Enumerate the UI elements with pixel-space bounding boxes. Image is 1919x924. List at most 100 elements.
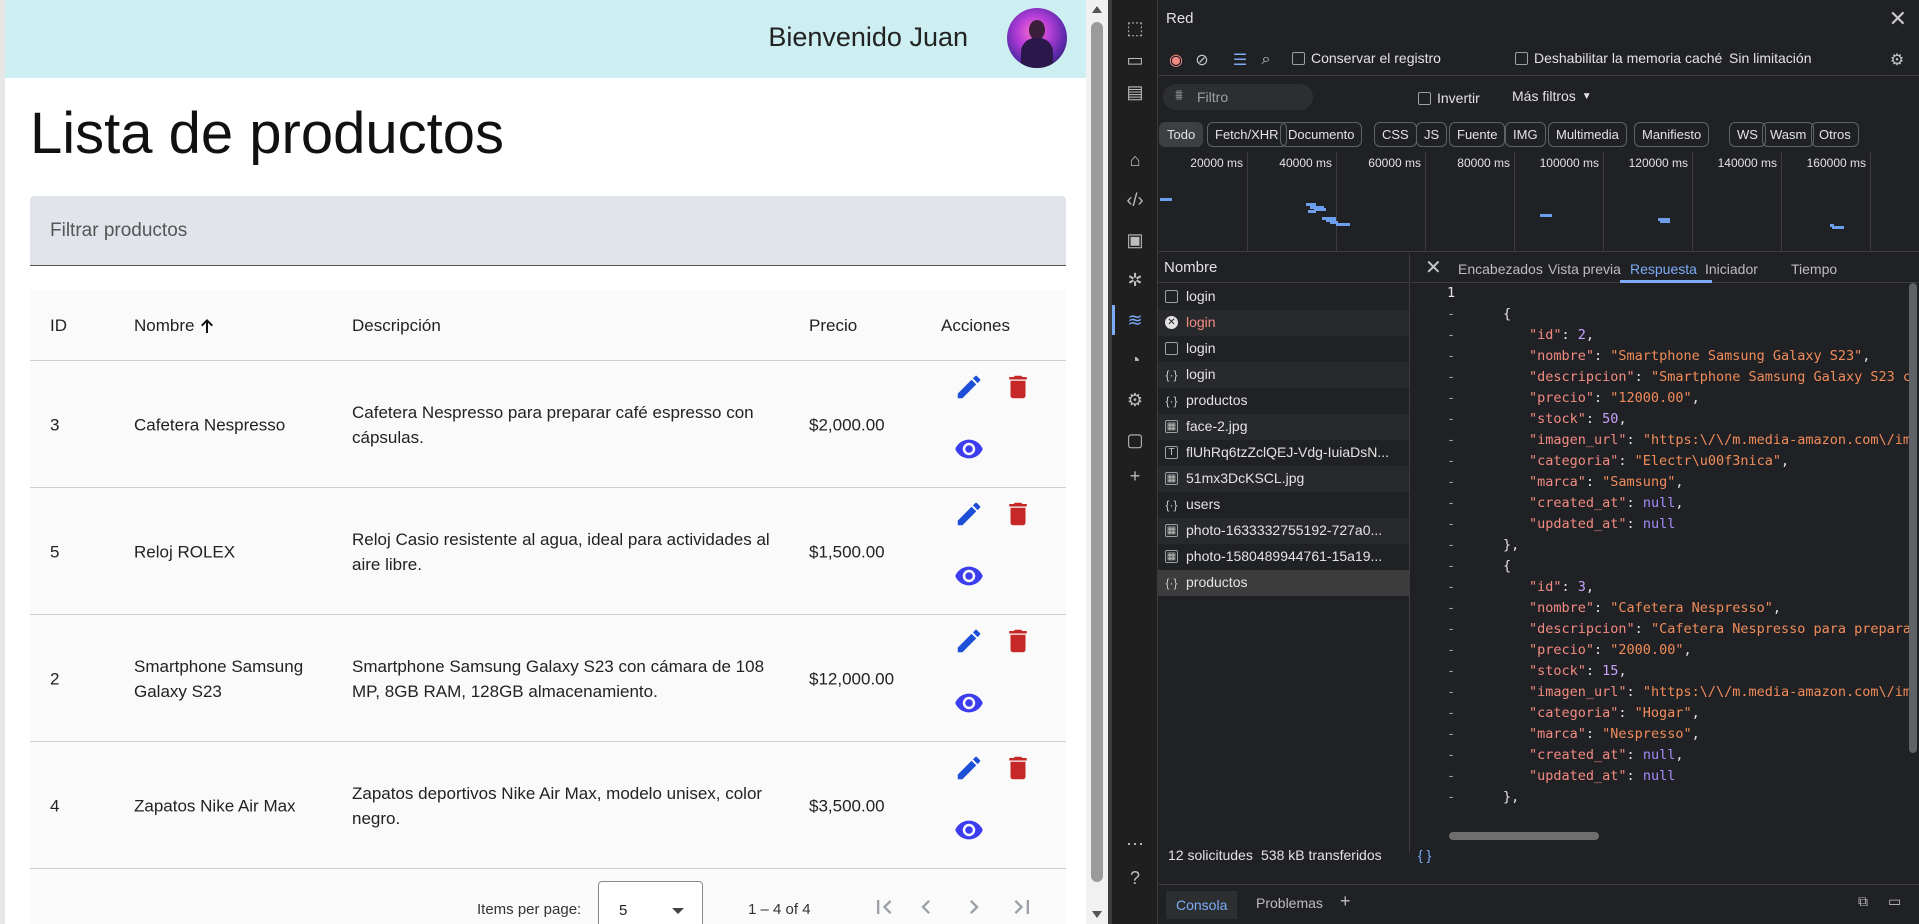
search-icon[interactable]: ⌕: [1254, 48, 1278, 72]
first-page-button[interactable]: [870, 893, 898, 921]
type-filter-fetchxhr[interactable]: Fetch/XHR: [1207, 122, 1287, 147]
add-drawer-tab-icon[interactable]: +: [1340, 891, 1351, 912]
delete-icon[interactable]: [1003, 499, 1033, 529]
type-filter-wasm[interactable]: Wasm: [1762, 122, 1815, 147]
previous-page-button[interactable]: [912, 893, 940, 921]
scrollbar-thumb[interactable]: [1909, 283, 1917, 753]
preserve-log-checkbox[interactable]: [1292, 51, 1305, 65]
network-overview-timeline[interactable]: 20000 ms 40000 ms 60000 ms 80000 ms 100000 m…: [1158, 152, 1919, 252]
disable-cache-toggle[interactable]: Deshabilitar la memoria caché: [1515, 50, 1722, 66]
elements-icon[interactable]: ‹/›: [1121, 186, 1149, 214]
inspect-icon[interactable]: ⬚: [1121, 14, 1149, 42]
help-icon[interactable]: ?: [1121, 864, 1149, 892]
request-list-header[interactable]: Nombre: [1158, 253, 1409, 283]
view-icon[interactable]: [954, 688, 984, 718]
json-value: "Samsung": [1602, 474, 1676, 490]
more-filters-dropdown[interactable]: Más filtros ▼: [1512, 88, 1592, 104]
application-icon[interactable]: ▢: [1121, 426, 1149, 454]
request-row[interactable]: {·} users: [1158, 492, 1409, 518]
items-per-page-select[interactable]: 5: [598, 881, 703, 924]
tab-response[interactable]: Respuesta: [1630, 261, 1697, 277]
type-filter-otros[interactable]: Otros: [1811, 122, 1859, 147]
next-page-button[interactable]: [960, 893, 988, 921]
timeline-gridline: [1692, 152, 1693, 251]
settings-gear-icon[interactable]: ⚙: [1121, 386, 1149, 414]
filter-settings-icon[interactable]: ☰: [1228, 48, 1252, 72]
browser-icon[interactable]: ▤: [1121, 78, 1149, 106]
scrollbar-thumb[interactable]: [1449, 832, 1599, 840]
tab-console[interactable]: Consola: [1166, 891, 1238, 919]
edit-icon[interactable]: [954, 499, 984, 529]
throttle-select[interactable]: Sin limitación: [1729, 50, 1811, 66]
close-details-icon[interactable]: ✕: [1425, 255, 1442, 280]
request-row[interactable]: {·} productos: [1158, 570, 1409, 596]
add-tool-icon[interactable]: +: [1121, 462, 1149, 490]
column-header-name[interactable]: Nombre: [134, 316, 214, 336]
disable-cache-checkbox[interactable]: [1515, 51, 1528, 65]
request-row[interactable]: login: [1158, 336, 1409, 362]
response-vertical-scrollbar[interactable]: [1907, 261, 1919, 781]
request-row[interactable]: TflUhRq6tzZclQEJ-Vdg-IuiaDsN...: [1158, 440, 1409, 466]
type-filter-multimedia[interactable]: Multimedia: [1548, 122, 1627, 147]
type-filter-fuente[interactable]: Fuente: [1449, 122, 1506, 147]
tab-preview[interactable]: Vista previa: [1548, 261, 1621, 277]
delete-icon[interactable]: [1003, 753, 1033, 783]
type-filter-css[interactable]: CSS: [1374, 122, 1417, 147]
performance-icon[interactable]: ◔: [1121, 346, 1149, 374]
tab-headers[interactable]: Encabezados: [1458, 261, 1543, 277]
view-icon[interactable]: [954, 815, 984, 845]
network-filter-input[interactable]: ⩩ Filtro: [1163, 84, 1313, 110]
home-icon[interactable]: ⌂: [1121, 146, 1149, 174]
tab-issues[interactable]: Problemas: [1256, 895, 1323, 911]
code-line: - "stock": 15,: [1411, 663, 1919, 684]
filter-input[interactable]: [30, 196, 1066, 265]
request-row[interactable]: login: [1158, 284, 1409, 310]
type-filter-documento[interactable]: Documento: [1280, 122, 1363, 147]
preserve-log-toggle[interactable]: Conservar el registro: [1292, 50, 1441, 66]
type-filter-ws[interactable]: WS: [1729, 122, 1766, 147]
request-row[interactable]: ▦ photo-1580489944761-15a19...: [1158, 544, 1409, 570]
clear-icon[interactable]: ⊘: [1190, 48, 1214, 72]
sources-bug-icon[interactable]: ✲: [1121, 266, 1149, 294]
network-settings-gear-icon[interactable]: ⚙: [1885, 48, 1909, 72]
request-row[interactable]: {·} productos: [1158, 388, 1409, 414]
filter-field[interactable]: [30, 196, 1066, 266]
tab-initiator[interactable]: Iniciador: [1705, 261, 1758, 277]
request-row[interactable]: ▦ 51mx3DcKSCL.jpg: [1158, 466, 1409, 492]
view-icon[interactable]: [954, 561, 984, 591]
page-scrollbar[interactable]: [1086, 0, 1108, 924]
request-row[interactable]: ▦ face-2.jpg: [1158, 414, 1409, 440]
view-icon[interactable]: [954, 434, 984, 464]
collapse-drawer-icon[interactable]: ▭: [1888, 893, 1901, 910]
edit-icon[interactable]: [954, 626, 984, 656]
edit-icon[interactable]: [954, 372, 984, 402]
user-avatar[interactable]: [1007, 8, 1067, 68]
more-tools-icon[interactable]: ⋯: [1121, 830, 1149, 858]
invert-checkbox[interactable]: [1418, 91, 1431, 105]
request-row[interactable]: {·} login: [1158, 362, 1409, 388]
delete-icon[interactable]: [1003, 372, 1033, 402]
scroll-up-icon[interactable]: [1092, 6, 1102, 13]
last-page-button[interactable]: [1008, 893, 1036, 921]
timeline-gridline: [1870, 152, 1871, 251]
scroll-down-icon[interactable]: [1092, 911, 1102, 918]
dock-icon[interactable]: ⧉: [1858, 893, 1868, 910]
request-row[interactable]: ✕ login: [1158, 310, 1409, 336]
type-filter-todo[interactable]: Todo: [1159, 122, 1204, 147]
edit-icon[interactable]: [954, 753, 984, 783]
type-filter-manifiesto[interactable]: Manifiesto: [1634, 122, 1710, 147]
record-stop-icon[interactable]: ◉: [1164, 48, 1188, 72]
invert-toggle[interactable]: Invertir: [1418, 90, 1480, 106]
device-toolbar-icon[interactable]: ▭: [1121, 46, 1149, 74]
scrollbar-thumb[interactable]: [1091, 22, 1103, 882]
tab-timing[interactable]: Tiempo: [1791, 261, 1837, 277]
code-line: -{: [1411, 306, 1919, 327]
console-icon[interactable]: ▣: [1121, 226, 1149, 254]
network-wifi-icon[interactable]: ≋: [1121, 306, 1149, 334]
pretty-print-button[interactable]: { }: [1418, 847, 1431, 863]
type-filter-js[interactable]: JS: [1416, 122, 1448, 147]
request-row[interactable]: ▦ photo-1633332755192-727a0...: [1158, 518, 1409, 544]
type-filter-img[interactable]: IMG: [1505, 122, 1546, 147]
close-icon[interactable]: ✕: [1889, 6, 1907, 32]
delete-icon[interactable]: [1003, 626, 1033, 656]
